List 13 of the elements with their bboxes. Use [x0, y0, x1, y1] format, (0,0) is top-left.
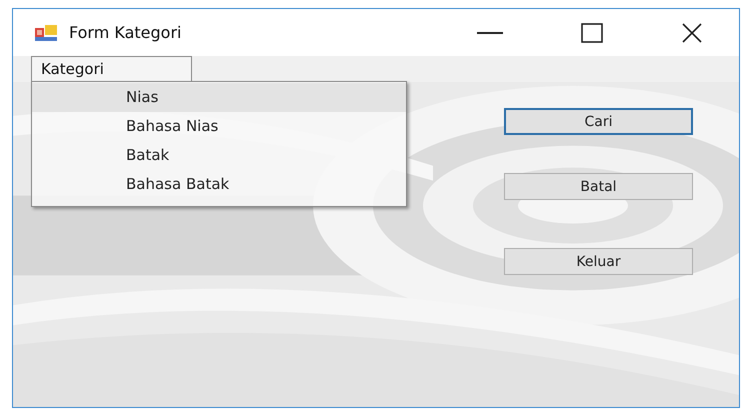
form-button[interactable]: Batal [504, 173, 693, 200]
menu-item[interactable]: Kategori [31, 56, 192, 82]
form-icon [35, 24, 57, 40]
form-button[interactable]: Keluar [504, 248, 693, 275]
menu-option[interactable]: Bahasa Batak [32, 170, 406, 199]
maximize-icon[interactable] [581, 22, 603, 42]
window-title: Form Kategori [69, 23, 182, 42]
minimize-icon[interactable] [477, 30, 503, 34]
close-icon[interactable] [681, 22, 703, 42]
form-button[interactable]: Cari [504, 108, 693, 135]
menu-option[interactable]: Nias [32, 83, 406, 112]
menu-option[interactable]: Bahasa Nias [32, 112, 406, 141]
menu-option[interactable]: Batak [32, 141, 406, 170]
